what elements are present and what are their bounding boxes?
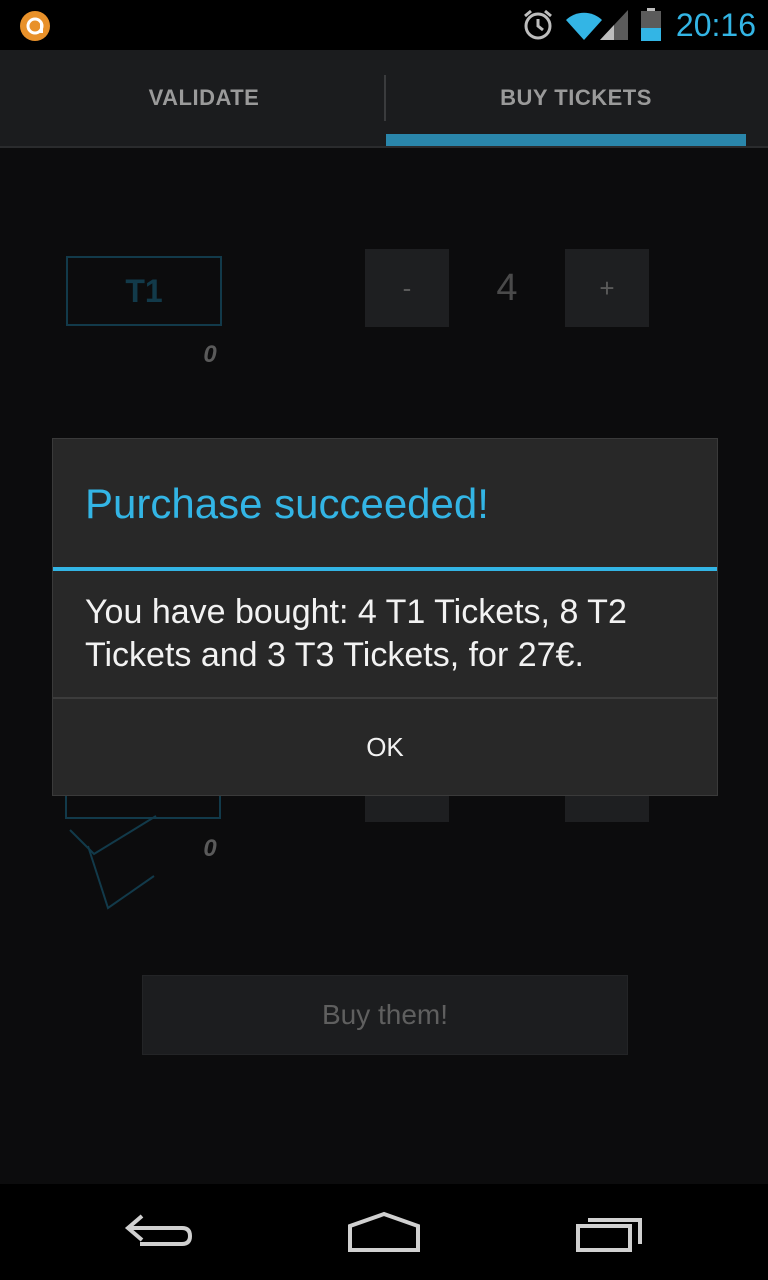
dialog-message: You have bought: 4 T1 Tickets, 8 T2 Tick… — [85, 593, 627, 674]
tab-bar: VALIDATE BUY TICKETS — [0, 50, 768, 148]
selected-tab-indicator — [386, 134, 746, 146]
status-bar: 20:16 — [0, 0, 768, 50]
t1-quantity: 4 — [496, 267, 518, 309]
app-notification-icon — [20, 11, 50, 41]
t1-decrement-button[interactable]: - — [365, 249, 449, 327]
purchase-dialog: Purchase succeeded! You have bought: 4 T… — [52, 438, 718, 796]
battery-icon — [641, 8, 661, 41]
ok-button[interactable]: OK — [53, 699, 717, 795]
alarm-icon — [524, 9, 552, 40]
home-icon[interactable] — [346, 1208, 422, 1256]
signal-icon — [600, 10, 628, 40]
tab-buy-tickets[interactable]: BUY TICKETS — [384, 50, 768, 146]
navigation-bar — [0, 1184, 768, 1280]
wifi-icon — [566, 12, 602, 41]
t3-owned-count: 0 — [203, 835, 217, 862]
app-screen: VALIDATE BUY TICKETS T1 0 - 4 + 0 Buy th… — [0, 50, 768, 1184]
dialog-title: Purchase succeeded! — [85, 480, 489, 527]
t1-owned-count: 0 — [203, 341, 217, 368]
dialog-title-divider — [53, 567, 717, 571]
t1-increment-button[interactable]: + — [565, 249, 649, 327]
back-icon[interactable] — [124, 1208, 196, 1256]
buy-them-button[interactable]: Buy them! — [142, 975, 628, 1055]
ticket-type-t1: T1 — [66, 256, 222, 326]
tab-validate[interactable]: VALIDATE — [12, 50, 396, 146]
status-time: 20:16 — [675, 7, 756, 43]
recent-apps-icon[interactable] — [574, 1208, 646, 1256]
